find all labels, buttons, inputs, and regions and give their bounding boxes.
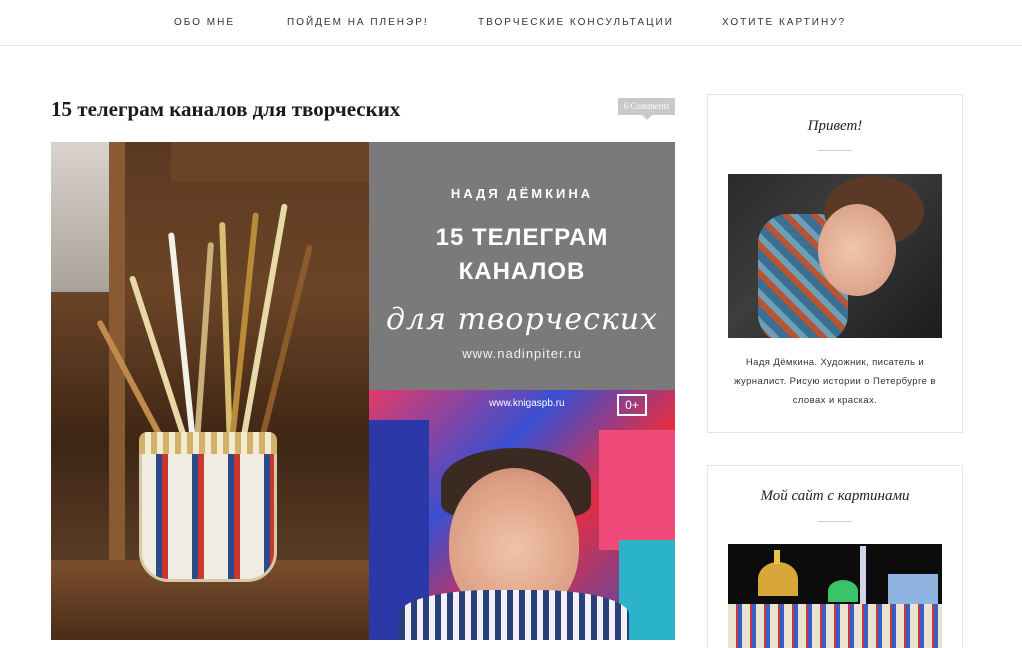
brush-jar [139, 432, 277, 582]
shelf-top [171, 142, 369, 182]
about-widget: Привет! Надя Дёмкина. Художник, писатель… [707, 94, 963, 433]
author-photo[interactable] [728, 174, 942, 338]
cityscape-painting[interactable] [728, 544, 942, 648]
portrait-shirt [399, 590, 629, 640]
cover-author: НАДЯ ДЁМКИНА [450, 186, 594, 201]
title-divider [818, 521, 852, 522]
nav-item-buy-painting[interactable]: ХОТИТЕ КАРТИНУ? [722, 17, 846, 28]
brushes-photo [51, 142, 369, 640]
painting-building-blue [888, 574, 938, 604]
cover-title-line1: 15 ТЕЛЕГРАМ [435, 224, 609, 251]
painting-buildings [728, 604, 942, 648]
nav-item-about[interactable]: ОБО МНЕ [174, 17, 235, 28]
brush [228, 212, 260, 442]
painting-dome [758, 562, 798, 596]
nav-item-plein-air[interactable]: ПОЙДЕМ НА ПЛЕНЭР! [287, 17, 429, 28]
poster-block [599, 430, 675, 550]
author-photo-face [818, 204, 896, 296]
about-widget-title: Привет! [807, 118, 863, 134]
author-bio: Надя Дёмкина. Художник, писатель и журна… [734, 357, 936, 406]
window-light [51, 142, 111, 292]
title-divider [818, 150, 852, 151]
cover-title-line2: КАНАЛОВ [458, 258, 586, 285]
brush [194, 242, 214, 442]
painting-column [860, 546, 866, 604]
cover-script-line: для творческих [385, 302, 659, 337]
brush [219, 221, 233, 443]
poster-url: www.knigaspb.ru [489, 398, 565, 409]
nav-item-consultations[interactable]: ТВОРЧЕСКИЕ КОНСУЛЬТАЦИИ [478, 17, 674, 28]
top-navigation: ОБО МНЕ ПОЙДЕМ НА ПЛЕНЭР! ТВОРЧЕСКИЕ КОН… [0, 0, 1022, 46]
paintings-site-widget: Мой сайт с картинами [707, 465, 963, 648]
brush [258, 244, 314, 440]
site-widget-title: Мой сайт с картинами [760, 488, 910, 504]
author-portrait-poster: www.knigaspb.ru 0+ [369, 390, 675, 640]
featured-image[interactable]: НАДЯ ДЁМКИНА 15 ТЕЛЕГРАМ КАНАЛОВ для тво… [51, 142, 675, 640]
cover-site-url: www.nadinpiter.ru [462, 346, 582, 361]
comments-count-badge[interactable]: 6 Comments [618, 98, 675, 120]
painting-spire [774, 550, 780, 564]
painting-trees [828, 580, 858, 602]
age-rating-badge: 0+ [617, 394, 647, 416]
jar-rim [139, 432, 277, 454]
post-title[interactable]: 15 телеграм каналов для творческих [51, 97, 400, 122]
cover-text-panel: НАДЯ ДЁМКИНА 15 ТЕЛЕГРАМ КАНАЛОВ для тво… [369, 142, 675, 390]
